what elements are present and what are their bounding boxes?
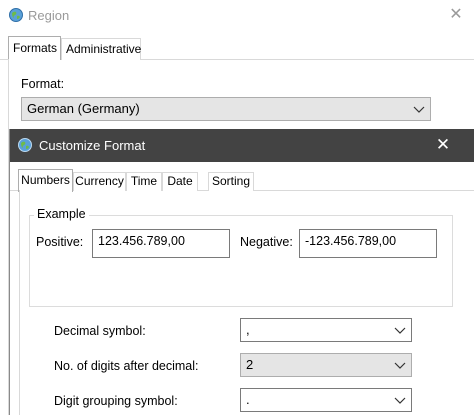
decimal-symbol-value: , xyxy=(246,322,250,337)
region-window-title: Region xyxy=(28,8,70,23)
digits-after-decimal-value: 2 xyxy=(246,357,254,372)
negative-label: Negative: xyxy=(240,235,293,249)
customize-tab-strip: Numbers Currency Time Date Sorting xyxy=(10,169,474,192)
positive-label: Positive: xyxy=(36,235,84,249)
tab-sorting[interactable]: Sorting xyxy=(208,172,254,191)
chevron-down-icon xyxy=(394,362,406,369)
format-dropdown[interactable]: German (Germany) xyxy=(21,97,431,121)
tab-administrative[interactable]: Administrative xyxy=(61,38,141,60)
tab-date[interactable]: Date xyxy=(162,172,198,191)
tab-numbers[interactable]: Numbers xyxy=(18,169,73,192)
chevron-down-icon xyxy=(394,397,406,404)
tab-currency[interactable]: Currency xyxy=(73,172,126,191)
region-close-icon[interactable]: ✕ xyxy=(448,7,464,23)
customize-format-close-icon[interactable]: ✕ xyxy=(435,136,451,153)
chevron-down-icon xyxy=(394,327,406,334)
digits-after-decimal-dropdown[interactable]: 2 xyxy=(240,353,412,377)
tab-time[interactable]: Time xyxy=(126,172,162,191)
format-dropdown-value: German (Germany) xyxy=(27,101,140,116)
customize-format-title: Customize Format xyxy=(39,138,146,153)
digit-grouping-symbol-value: . xyxy=(246,392,250,407)
decimal-symbol-label: Decimal symbol: xyxy=(54,324,146,338)
format-label: Format: xyxy=(21,77,65,91)
decimal-symbol-combobox[interactable]: , xyxy=(240,318,412,342)
digits-after-decimal-label: No. of digits after decimal: xyxy=(54,359,199,373)
customize-format-dialog: Customize Format ✕ Numbers Currency Time… xyxy=(9,129,474,415)
region-titlebar xyxy=(0,0,474,32)
negative-example-field: -123.456.789,00 xyxy=(299,229,437,258)
globe-icon xyxy=(9,8,23,22)
positive-example-field: 123.456.789,00 xyxy=(92,229,230,258)
digit-grouping-symbol-combobox[interactable]: . xyxy=(240,388,412,412)
chevron-down-icon xyxy=(413,106,425,113)
tab-formats[interactable]: Formats xyxy=(8,36,61,60)
region-tab-strip: Formats Administrative xyxy=(0,36,474,60)
digit-grouping-symbol-label: Digit grouping symbol: xyxy=(54,394,178,408)
globe-icon xyxy=(18,138,32,152)
example-legend: Example xyxy=(34,207,89,221)
